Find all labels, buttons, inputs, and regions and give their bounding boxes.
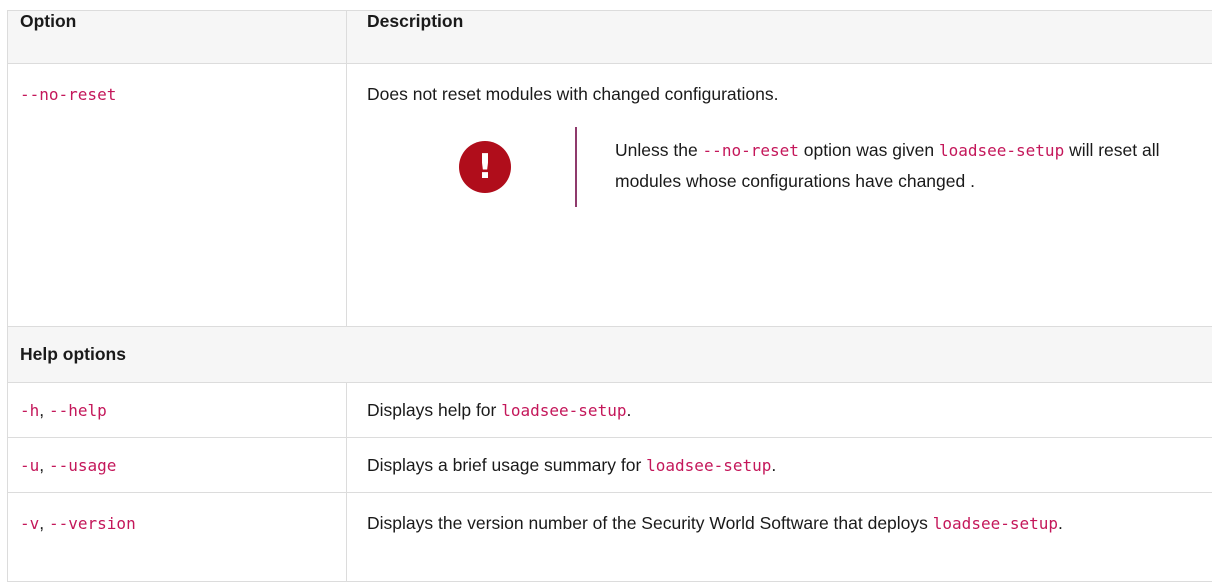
header-description: Description bbox=[347, 11, 1212, 64]
warning-admonition: ! Unless the --no-reset option was given… bbox=[367, 127, 1212, 207]
table-row: -v, --version Displays the version numbe… bbox=[8, 493, 1212, 582]
inline-code: --no-reset bbox=[703, 141, 799, 160]
inline-code: loadsee-setup bbox=[933, 514, 1058, 533]
options-table: Option Description --no-reset Does not r… bbox=[7, 10, 1212, 582]
exclamation-circle-icon: ! bbox=[459, 141, 511, 193]
inline-code: loadsee-setup bbox=[939, 141, 1064, 160]
description-cell: Displays help for loadsee-setup. bbox=[347, 383, 1212, 438]
option-cell: -v, --version bbox=[8, 493, 347, 582]
option-cell: --no-reset bbox=[8, 64, 347, 327]
table-header-row: Option Description bbox=[8, 11, 1212, 64]
table-row: -u, --usage Displays a brief usage summa… bbox=[8, 438, 1212, 493]
section-title-help-options: Help options bbox=[8, 327, 1212, 383]
option-cell: -h, --help bbox=[8, 383, 347, 438]
inline-code: loadsee-setup bbox=[501, 401, 626, 420]
header-option: Option bbox=[8, 11, 347, 64]
description-cell: Displays the version number of the Secur… bbox=[347, 493, 1212, 582]
description-text: Does not reset modules with changed conf… bbox=[367, 84, 1212, 105]
option-no-reset: --no-reset bbox=[20, 85, 116, 104]
table-row: -h, --help Displays help for loadsee-set… bbox=[8, 383, 1212, 438]
option-cell: -u, --usage bbox=[8, 438, 347, 493]
description-cell: Displays a brief usage summary for loads… bbox=[347, 438, 1212, 493]
admonition-text: Unless the --no-reset option was given l… bbox=[575, 127, 1185, 207]
section-row: Help options bbox=[8, 327, 1212, 383]
description-cell: Does not reset modules with changed conf… bbox=[347, 64, 1212, 327]
table-row: --no-reset Does not reset modules with c… bbox=[8, 64, 1212, 327]
inline-code: loadsee-setup bbox=[646, 456, 771, 475]
